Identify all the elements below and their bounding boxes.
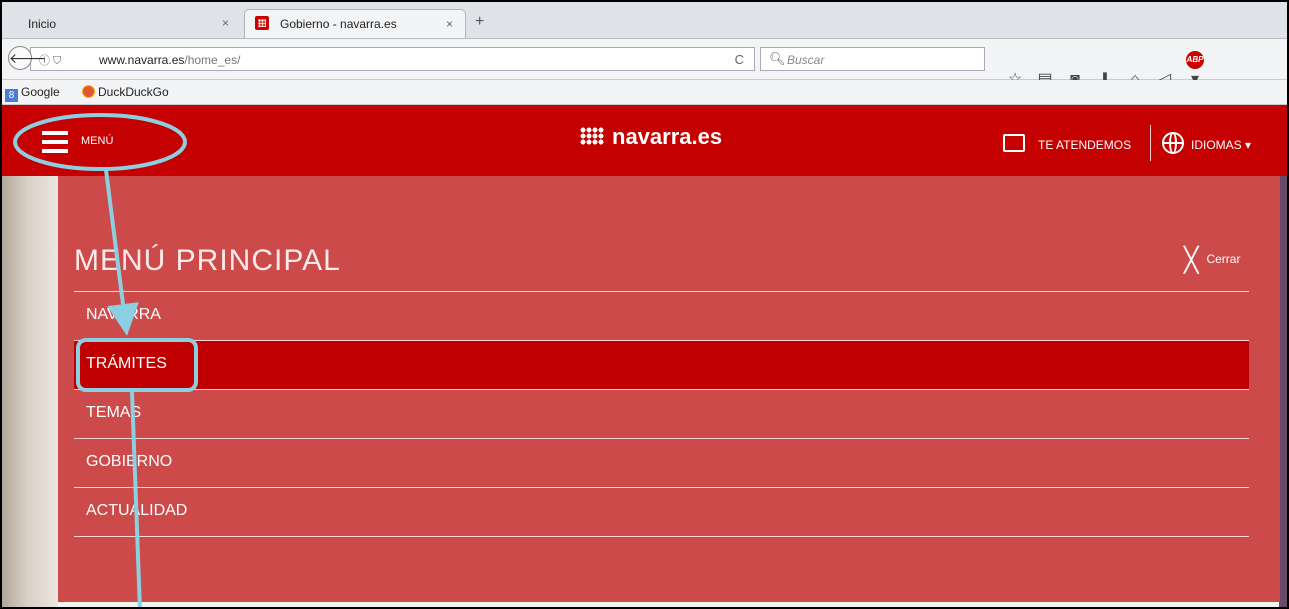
menu-item-navarra[interactable]: NAVARRA xyxy=(74,292,1249,340)
close-label: Cerrar xyxy=(1206,252,1241,266)
menu-item-actualidad[interactable]: ACTUALIDAD xyxy=(74,488,1249,536)
language-dropdown[interactable]: IDIOMAS ▾ xyxy=(1191,138,1251,152)
menu-button[interactable]: MENÚ xyxy=(81,135,113,147)
search-icon: 🔍︎ xyxy=(769,51,786,66)
close-menu-button[interactable]: ╳ Cerrar xyxy=(1184,246,1240,275)
bookmark-google[interactable]: 8 Google xyxy=(5,85,60,102)
header-divider xyxy=(1150,125,1151,161)
url-text: www.navarra.es/home_es/ xyxy=(99,53,240,67)
screenshot-frame: Inicio × Gobierno - navarra.es × + ⓘ ⛉ w… xyxy=(0,0,1289,609)
google-icon: 8 xyxy=(5,89,18,102)
bookmark-duckduckgo[interactable]: DuckDuckGo xyxy=(82,85,169,99)
tab-gobierno[interactable]: Gobierno - navarra.es × xyxy=(244,9,466,38)
logo-text: navarra.es xyxy=(612,124,723,149)
main-menu-panel: MENÚ PRINCIPAL ╳ Cerrar NAVARRA TRÁMITES … xyxy=(58,176,1280,602)
globe-icon[interactable] xyxy=(1162,132,1184,154)
tab-title: Inicio xyxy=(28,17,57,31)
hero-edge xyxy=(1279,176,1287,607)
tab-title: Gobierno - navarra.es xyxy=(280,17,397,31)
url-path: /home_es/ xyxy=(184,53,241,67)
duckduckgo-icon xyxy=(82,85,95,98)
site-header: MENÚ navarra.es TE ATENDEMOS IDIOMAS ▾ xyxy=(2,105,1287,176)
browser-nav-bar: ⓘ ⛉ www.navarra.es/home_es/ C 🡐 🔍︎ Busca… xyxy=(2,39,1287,88)
address-bar[interactable]: ⓘ ⛉ www.navarra.es/home_es/ C xyxy=(30,47,755,71)
tab-inicio[interactable]: Inicio × xyxy=(16,9,241,38)
hamburger-icon[interactable] xyxy=(42,131,68,158)
menu-title: MENÚ PRINCIPAL xyxy=(74,244,341,277)
close-icon: ╳ xyxy=(1184,247,1199,274)
reload-icon[interactable]: C xyxy=(735,52,744,67)
browser-tab-strip: Inicio × Gobierno - navarra.es × + xyxy=(2,2,1287,39)
search-input[interactable]: 🔍︎ Buscar xyxy=(760,47,985,71)
bookmark-label: Google xyxy=(21,85,60,99)
site-logo[interactable]: navarra.es xyxy=(580,124,722,150)
url-domain: www.navarra.es xyxy=(99,53,185,67)
close-tab-icon[interactable]: × xyxy=(222,16,229,30)
logo-dots-icon xyxy=(580,127,604,145)
bookmarks-bar: 8 Google DuckDuckGo xyxy=(2,80,1287,105)
new-tab-button[interactable]: + xyxy=(475,13,484,31)
close-tab-icon[interactable]: × xyxy=(446,17,453,31)
menu-item-tramites[interactable]: TRÁMITES xyxy=(74,341,1249,389)
bookmark-label: DuckDuckGo xyxy=(98,85,169,99)
search-placeholder: Buscar xyxy=(787,53,825,67)
hero-photo xyxy=(2,176,58,607)
contact-link[interactable]: TE ATENDEMOS xyxy=(1038,138,1131,152)
back-button[interactable]: 🡐 xyxy=(8,46,47,70)
menu-item-temas[interactable]: TEMAS xyxy=(74,390,1249,438)
menu-item-gobierno[interactable]: GOBIERNO xyxy=(74,439,1249,487)
menu-divider xyxy=(74,536,1249,537)
chat-bubble-icon[interactable] xyxy=(1003,134,1025,152)
site-favicon-icon xyxy=(255,16,269,30)
